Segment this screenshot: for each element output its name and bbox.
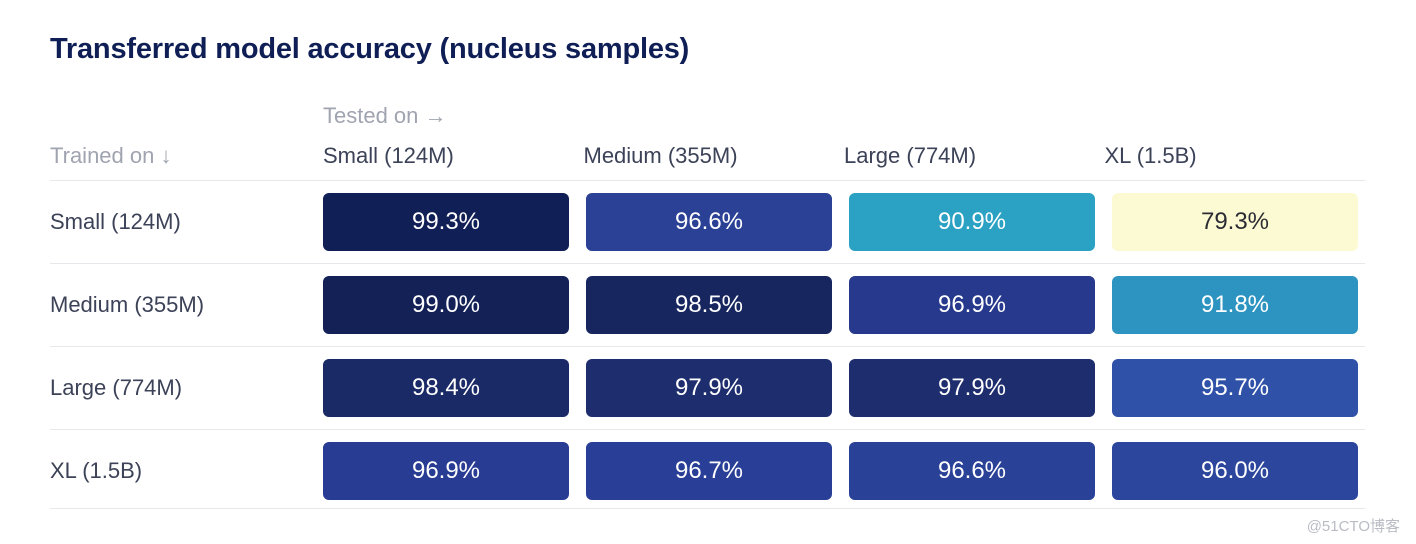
table-row: Large (774M) 98.4% 97.9% 97.9% 95.7% bbox=[50, 346, 1365, 429]
row-cells: 96.9% 96.7% 96.6% 96.0% bbox=[323, 442, 1365, 500]
heatmap-cell: 96.9% bbox=[323, 442, 569, 500]
heatmap-cell: 91.8% bbox=[1112, 276, 1358, 334]
row-cells: 98.4% 97.9% 97.9% 95.7% bbox=[323, 359, 1365, 417]
heatmap-cell: 96.6% bbox=[849, 442, 1095, 500]
row-cells: 99.0% 98.5% 96.9% 91.8% bbox=[323, 276, 1365, 334]
row-header-xl: XL (1.5B) bbox=[50, 458, 143, 483]
heatmap-cell: 99.0% bbox=[323, 276, 569, 334]
row-header-small: Small (124M) bbox=[50, 209, 181, 234]
watermark: @51CTO博客 bbox=[1306, 518, 1400, 535]
heatmap-cell: 98.5% bbox=[586, 276, 832, 334]
column-header-group: Small (124M) Medium (355M) Large (774M) … bbox=[323, 143, 1365, 169]
table-row: Small (124M) 99.3% 96.6% 90.9% 79.3% bbox=[50, 180, 1365, 263]
heatmap-cell: 96.9% bbox=[849, 276, 1095, 334]
heatmap-cell: 95.7% bbox=[1112, 359, 1358, 417]
heatmap-cell: 79.3% bbox=[1112, 193, 1358, 251]
heatmap-matrix: Tested on → Trained on ↓ Small (124M) Me… bbox=[50, 98, 1365, 512]
heatmap-cell: 97.9% bbox=[849, 359, 1095, 417]
heatmap-cell: 97.9% bbox=[586, 359, 832, 417]
column-header-small: Small (124M) bbox=[323, 143, 454, 168]
trained-on-axis-label: Trained on ↓ bbox=[50, 143, 172, 168]
column-header-medium: Medium (355M) bbox=[583, 143, 738, 168]
tested-on-axis-label: Tested on → bbox=[323, 103, 447, 128]
heatmap-cell: 98.4% bbox=[323, 359, 569, 417]
table-row: XL (1.5B) 96.9% 96.7% 96.6% 96.0% bbox=[50, 429, 1365, 512]
heatmap-cell: 96.7% bbox=[586, 442, 832, 500]
heatmap-cell: 96.6% bbox=[586, 193, 832, 251]
column-header-xl: XL (1.5B) bbox=[1104, 143, 1197, 168]
row-header-medium: Medium (355M) bbox=[50, 292, 205, 317]
heatmap-cell: 99.3% bbox=[323, 193, 569, 251]
row-header-large: Large (774M) bbox=[50, 375, 183, 400]
bottom-divider bbox=[50, 508, 1365, 509]
heatmap-cell: 90.9% bbox=[849, 193, 1095, 251]
column-header-large: Large (774M) bbox=[844, 143, 977, 168]
page-title: Transferred model accuracy (nucleus samp… bbox=[50, 33, 690, 65]
matrix-header: Tested on → Trained on ↓ Small (124M) Me… bbox=[50, 98, 1365, 180]
accuracy-heatmap-figure: Transferred model accuracy (nucleus samp… bbox=[0, 0, 1416, 544]
table-row: Medium (355M) 99.0% 98.5% 96.9% 91.8% bbox=[50, 263, 1365, 346]
heatmap-cell: 96.0% bbox=[1112, 442, 1358, 500]
row-cells: 99.3% 96.6% 90.9% 79.3% bbox=[323, 193, 1365, 251]
